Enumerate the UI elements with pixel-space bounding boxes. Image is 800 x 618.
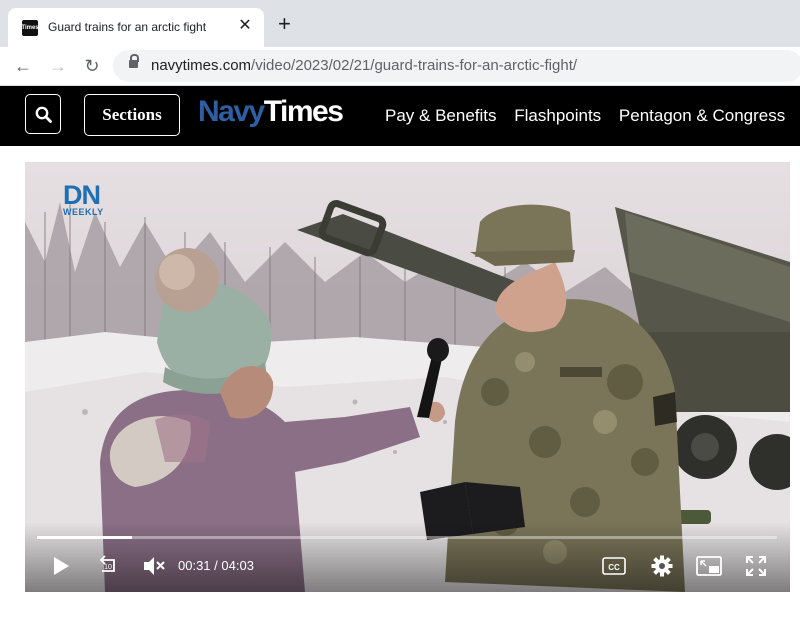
forward-icon[interactable]: → <box>47 55 69 77</box>
duration: 04:03 <box>221 558 254 573</box>
dn-weekly-watermark: DN WEEKLY <box>63 180 104 218</box>
lock-icon[interactable] <box>129 54 139 68</box>
url-text[interactable]: navytimes.com/video/2023/02/21/guard-tra… <box>151 57 577 74</box>
svg-text:10: 10 <box>104 564 112 571</box>
nav-link-pentagon-congress[interactable]: Pentagon & Congress <box>619 106 785 125</box>
nav-link-pay-benefits[interactable]: Pay & Benefits <box>385 106 497 125</box>
tab-close-icon[interactable]: ✕ <box>236 17 254 35</box>
picture-in-picture-icon[interactable] <box>696 555 722 577</box>
progress-bar[interactable] <box>37 536 777 539</box>
sections-button[interactable]: Sections <box>84 94 180 136</box>
time-separator: / <box>214 558 218 573</box>
site-logo[interactable]: NavyTimes <box>198 95 344 129</box>
search-icon <box>35 106 52 123</box>
site-header: Sections NavyTimes Pay & Benefits Flashp… <box>0 86 800 146</box>
rewind-10-icon[interactable]: 10 <box>96 553 120 577</box>
tab-strip: Times Guard trains for an arctic fight ✕… <box>0 0 800 47</box>
new-tab-icon[interactable]: + <box>278 13 291 35</box>
time-display: 00:31 / 04:03 <box>178 558 254 573</box>
nav-link-flashpoints[interactable]: Flashpoints <box>514 106 601 125</box>
back-icon[interactable]: ← <box>12 55 34 77</box>
favicon-icon: Times <box>21 20 39 36</box>
reload-icon[interactable]: ↻ <box>81 55 103 77</box>
address-bar[interactable]: navytimes.com/video/2023/02/21/guard-tra… <box>113 50 800 82</box>
mute-icon[interactable] <box>142 555 166 577</box>
closed-captions-icon[interactable]: CC <box>602 556 626 576</box>
browser-toolbar: ← → ↻ navytimes.com/video/2023/02/21/gua… <box>0 47 800 86</box>
play-icon[interactable] <box>51 555 71 577</box>
tab-title: Guard trains for an arctic fight <box>48 20 207 34</box>
fullscreen-icon[interactable] <box>745 555 767 577</box>
svg-text:CC: CC <box>608 563 620 572</box>
search-button[interactable] <box>25 94 61 134</box>
progress-fill <box>37 536 132 539</box>
main-nav: Pay & Benefits Flashpoints Pentagon & Co… <box>385 106 800 126</box>
current-time: 00:31 <box>178 558 211 573</box>
video-controls: 10 00:31 / 04:03 CC <box>25 522 790 592</box>
browser-tab[interactable]: Times Guard trains for an arctic fight ✕ <box>8 8 264 47</box>
video-player[interactable]: DN WEEKLY 10 00:31 / 04:03 CC <box>25 162 790 592</box>
settings-gear-icon[interactable] <box>651 555 673 577</box>
